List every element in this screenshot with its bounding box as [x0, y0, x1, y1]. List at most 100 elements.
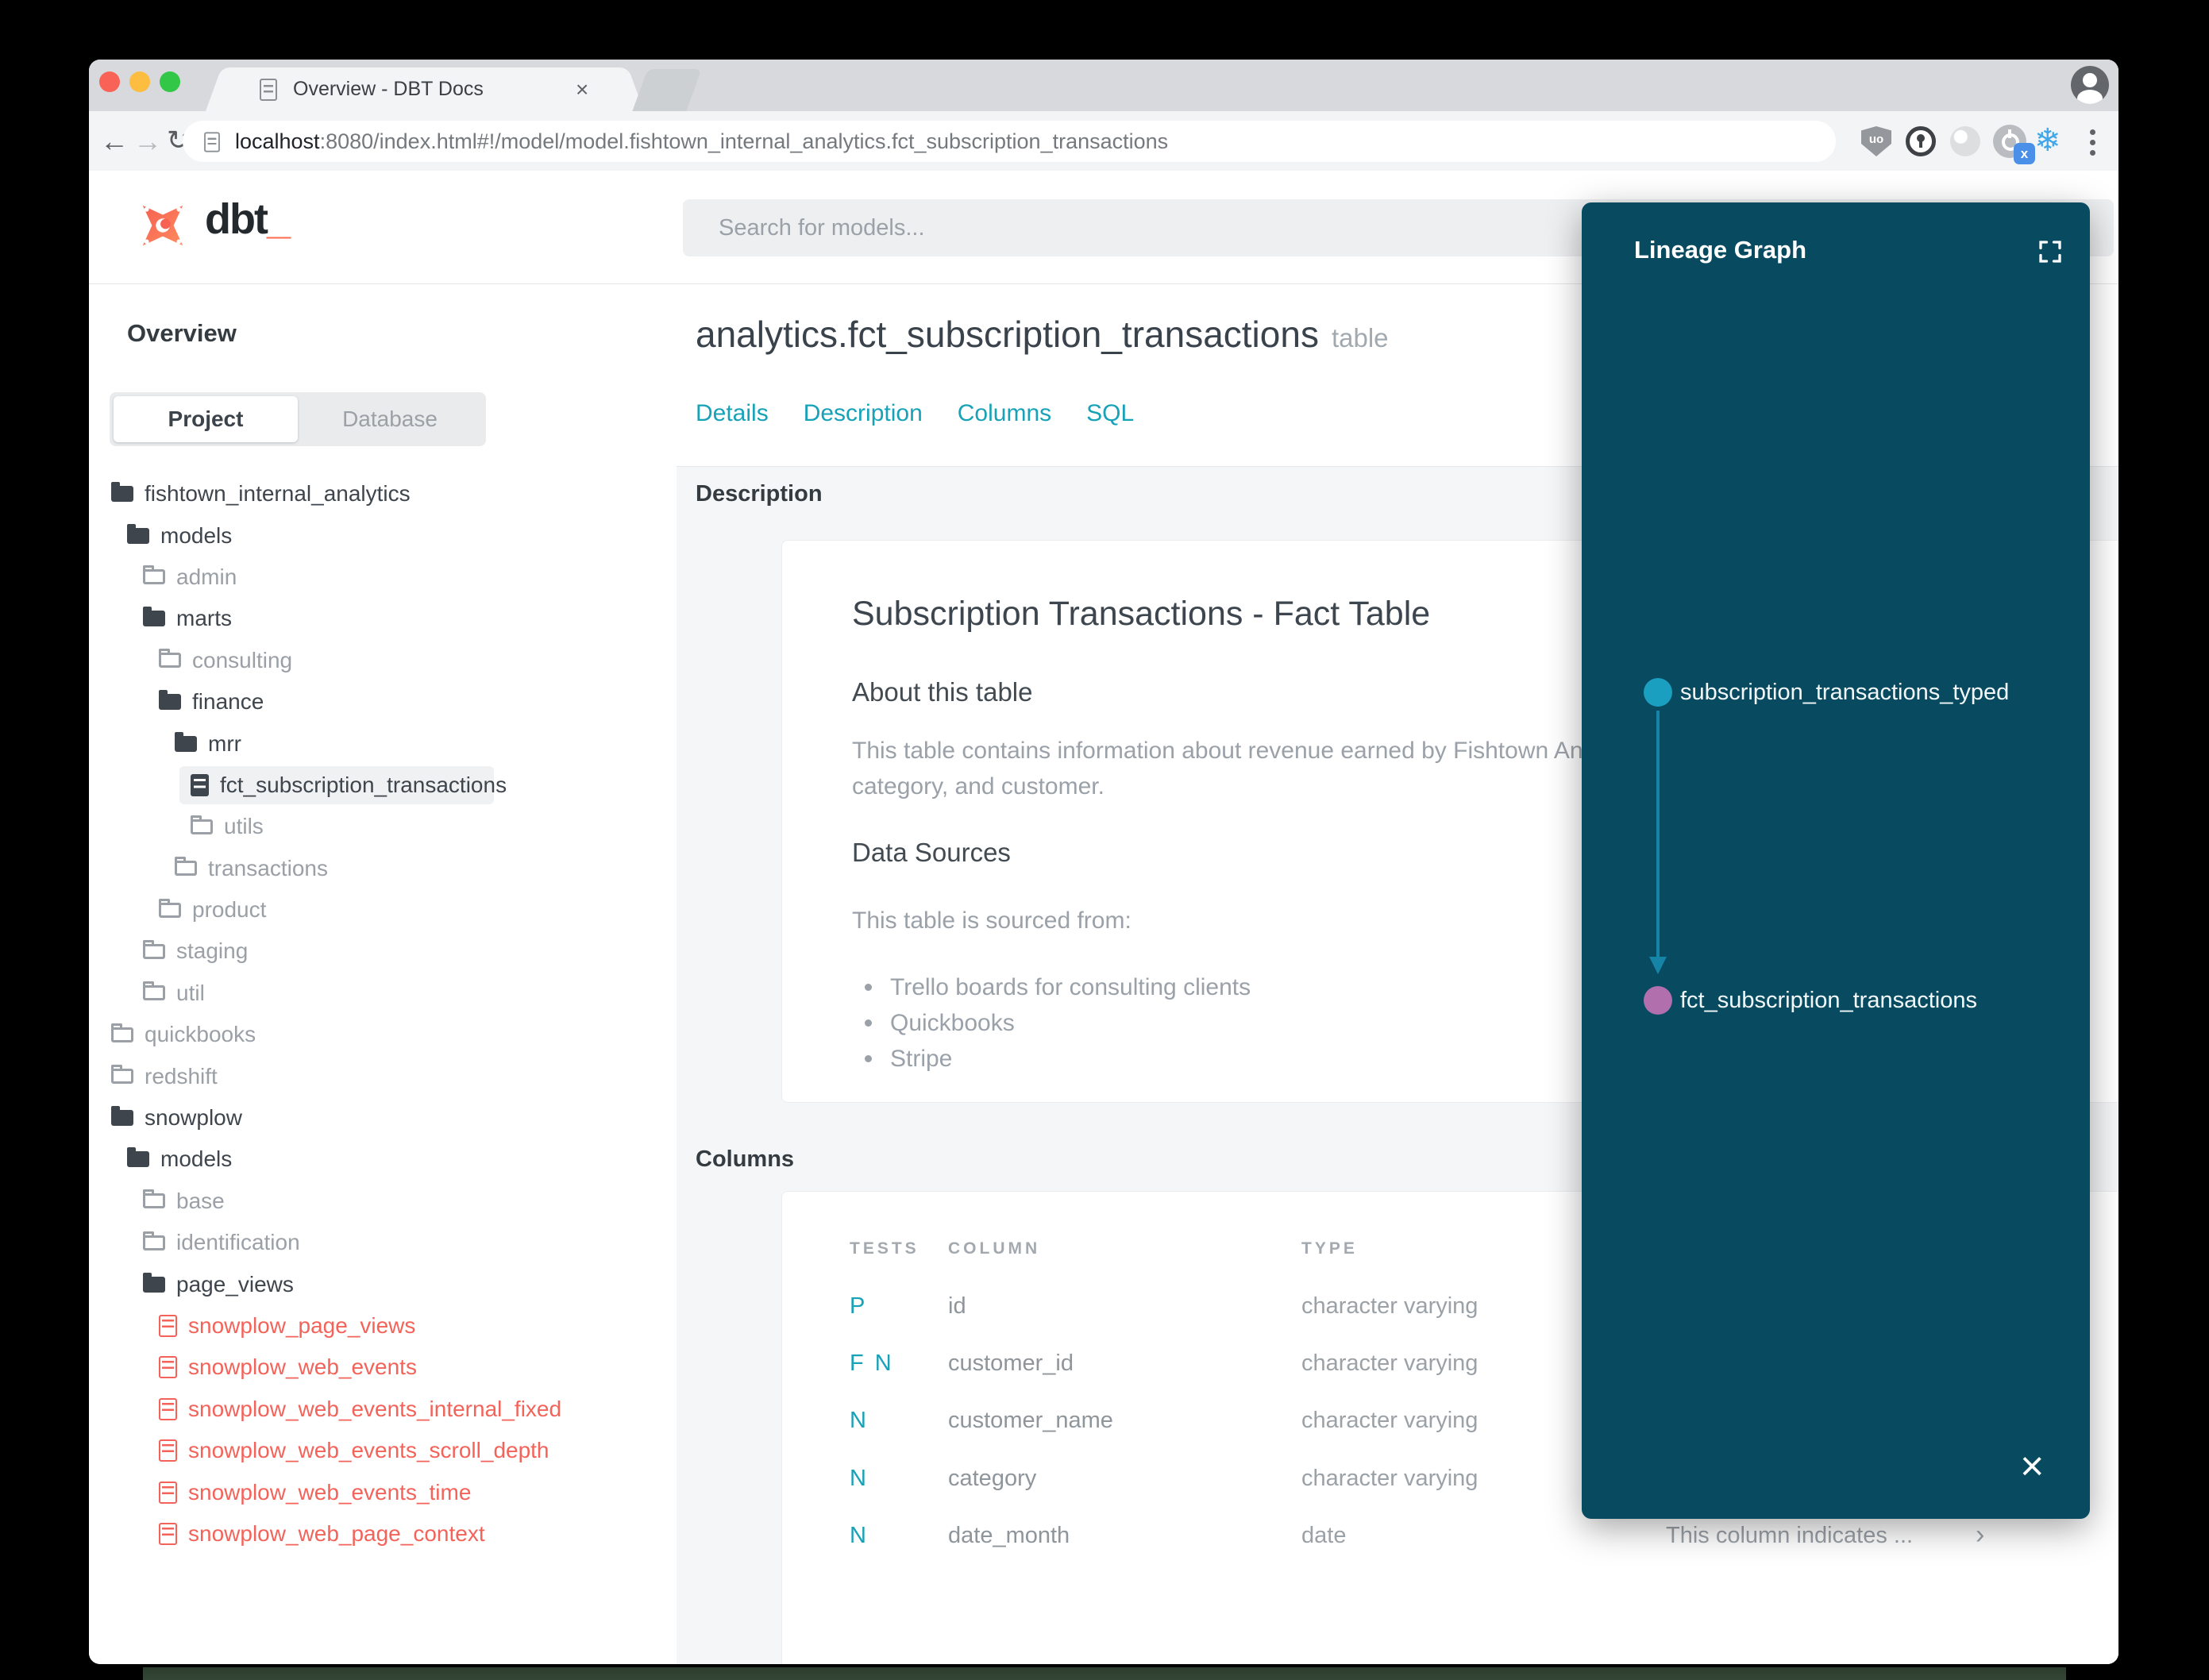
column-cell: customer_id [948, 1351, 1074, 1376]
page-security-icon[interactable] [204, 132, 220, 152]
lineage-node-model[interactable] [1644, 986, 1672, 1015]
table-row[interactable]: N date_month date This column indicates … [782, 1520, 2118, 1555]
about-text-line2: category, and customer. [852, 773, 1104, 800]
tree-item-marts[interactable]: marts [89, 598, 677, 639]
logo-cursor: _ [266, 195, 291, 243]
tree-item-consulting[interactable]: consulting [89, 640, 677, 681]
col-header-type: TYPE [1301, 1239, 1358, 1258]
tab-details[interactable]: Details [696, 400, 769, 427]
browser-tab[interactable]: Overview - DBT Docs × [226, 67, 623, 111]
tree-item-mrr[interactable]: mrr [89, 722, 677, 764]
tree-item-page-views[interactable]: page_views [89, 1263, 677, 1304]
ublock-extension-icon[interactable]: uo [1861, 126, 1891, 156]
minimize-window-button[interactable] [129, 71, 150, 92]
tree-item-models[interactable]: models [89, 514, 677, 556]
page-title: analytics.fct_subscription_transactions t… [696, 313, 1389, 356]
tree-item-snowplow-web-page-context[interactable]: snowplow_web_page_context [89, 1513, 677, 1555]
tree-label: staging [176, 938, 249, 964]
forward-icon[interactable]: → [133, 111, 162, 171]
tree-label: snowplow_web_events_internal_fixed [188, 1396, 562, 1421]
url-path: :8080/index.html#!/model/model.fishtown_… [319, 129, 1169, 153]
folder-icon [143, 939, 165, 959]
column-cell: id [948, 1293, 966, 1319]
type-cell: date [1301, 1523, 1347, 1548]
tree-label: page_views [176, 1271, 294, 1297]
sources-heading: Data Sources [852, 838, 1011, 867]
tests-cell: N [850, 1466, 869, 1491]
back-icon[interactable]: ← [100, 111, 129, 171]
page-tabs: Details Description Columns SQL [696, 400, 1134, 427]
tree-item-fishtown-internal-analytics[interactable]: fishtown_internal_analytics [89, 473, 677, 514]
new-tab-button[interactable] [632, 69, 702, 111]
description-cell: This column indicates ... [1666, 1523, 1914, 1548]
tree-item-snowplow-web-events-scroll-depth[interactable]: snowplow_web_events_scroll_depth [89, 1430, 677, 1471]
tree-label: identification [176, 1230, 300, 1255]
tree-label: product [192, 897, 267, 923]
tree-label: snowplow_web_events_time [188, 1479, 472, 1505]
tree-label: transactions [208, 855, 328, 880]
password-manager-extension-icon[interactable] [1906, 126, 1936, 156]
lineage-panel-title: Lineage Graph [1634, 236, 1807, 264]
lineage-node-source[interactable] [1644, 678, 1672, 707]
folder-icon [111, 1065, 133, 1085]
folder-icon [143, 1189, 165, 1209]
tree-item-snowplow-web-events-time[interactable]: snowplow_web_events_time [89, 1471, 677, 1512]
folder-icon [143, 1231, 165, 1250]
tab-columns[interactable]: Columns [958, 400, 1051, 427]
tree-item-transactions[interactable]: transactions [89, 848, 677, 889]
lineage-node-label[interactable]: fct_subscription_transactions [1680, 988, 1977, 1014]
tree-item-redshift[interactable]: redshift [89, 1055, 677, 1096]
tests-cell: N [850, 1523, 869, 1548]
tree-item-fct-subscription-transactions[interactable]: fct_subscription_transactions [89, 765, 677, 806]
tree-item-identification[interactable]: identification [89, 1222, 677, 1263]
fullscreen-icon[interactable] [2036, 237, 2064, 266]
url-host: localhost [235, 129, 320, 153]
chevron-right-icon[interactable]: › [1976, 1520, 1984, 1551]
model-file-icon [159, 1315, 177, 1337]
folder-icon [143, 981, 165, 1001]
type-cell: character varying [1301, 1408, 1478, 1433]
source-toggle: Project Database [110, 392, 486, 446]
tree-item-finance[interactable]: finance [89, 681, 677, 722]
browser-profile-avatar[interactable] [2071, 66, 2109, 104]
folder-open-icon [175, 731, 197, 752]
tree-item-snowplow-web-events[interactable]: snowplow_web_events [89, 1347, 677, 1388]
tree-item-admin[interactable]: admin [89, 557, 677, 598]
close-icon[interactable]: × [2020, 1446, 2044, 1487]
tree-item-snowplow-page-views[interactable]: snowplow_page_views [89, 1305, 677, 1347]
tree-item-snowplow-web-events-internal-fixed[interactable]: snowplow_web_events_internal_fixed [89, 1389, 677, 1430]
close-window-button[interactable] [99, 71, 120, 92]
folder-open-icon [111, 1106, 133, 1127]
tree-item-base[interactable]: base [89, 1181, 677, 1222]
model-file-icon [159, 1522, 177, 1545]
tree-item-quickbooks[interactable]: quickbooks [89, 1014, 677, 1055]
tree-item-product[interactable]: product [89, 889, 677, 931]
tree-label: snowplow_web_events_scroll_depth [188, 1438, 549, 1463]
tree-item-util[interactable]: util [89, 973, 677, 1014]
zoom-window-button[interactable] [160, 71, 180, 92]
model-file-icon [159, 1397, 177, 1420]
extension-icon[interactable] [1950, 126, 1980, 156]
type-cell: character varying [1301, 1293, 1478, 1319]
tree-item-models-snowplow[interactable]: models [89, 1139, 677, 1180]
tab-project[interactable]: Project [114, 396, 298, 442]
tree-label: mrr [208, 730, 241, 756]
source-list-item: Quickbooks [865, 1010, 1015, 1036]
tree-item-utils[interactable]: utils [89, 806, 677, 847]
lineage-edge [1656, 711, 1660, 958]
tree-item-snowplow[interactable]: snowplow [89, 1097, 677, 1139]
address-bar[interactable]: localhost:8080/index.html#!/model/model.… [183, 121, 1836, 162]
model-file-icon [191, 773, 209, 796]
lineage-graph-panel: Lineage Graph subscription_transactions_… [1582, 202, 2090, 1519]
tab-description[interactable]: Description [804, 400, 923, 427]
tab-close-icon[interactable]: × [576, 67, 588, 111]
tree-item-staging[interactable]: staging [89, 931, 677, 972]
folder-icon [191, 815, 213, 834]
lineage-node-label[interactable]: subscription_transactions_typed [1680, 680, 2009, 706]
tab-sql[interactable]: SQL [1086, 400, 1134, 427]
tests-cell: P [850, 1293, 868, 1319]
logo-word: dbt [205, 195, 268, 243]
tab-database[interactable]: Database [298, 396, 482, 442]
folder-open-icon [127, 523, 149, 544]
browser-menu-icon[interactable] [2090, 140, 2095, 145]
